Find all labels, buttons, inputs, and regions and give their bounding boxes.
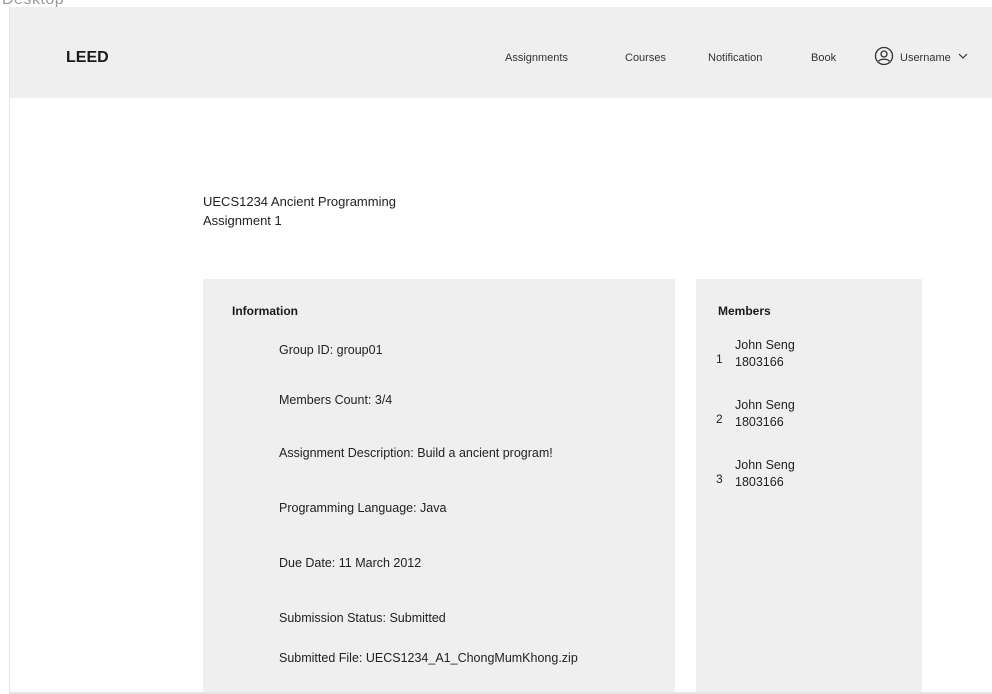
user-menu[interactable]: Username (874, 46, 969, 70)
member-index: 1 (716, 352, 723, 366)
due-date: Due Date: 11 March 2012 (279, 556, 422, 570)
breadcrumb: UECS1234 Ancient Programming Assignment … (203, 192, 396, 230)
nav-link-notification[interactable]: Notification (708, 52, 762, 64)
app-frame: LEED Assignments Courses Notification Bo… (9, 7, 992, 694)
member-item: 2 John Seng 1803166 (716, 397, 906, 437)
members-panel: Members 1 John Seng 1803166 2 John Seng … (696, 279, 922, 694)
member-name: John Seng (735, 458, 795, 472)
user-circle-icon (874, 46, 894, 71)
information-panel: Information Group ID: group01 Members Co… (203, 279, 675, 694)
programming-language: Programming Language: Java (279, 501, 447, 515)
assignment-title: Assignment 1 (203, 213, 282, 228)
members-title: Members (718, 304, 771, 318)
submission-status: Submission Status: Submitted (279, 611, 446, 625)
information-title: Information (232, 304, 298, 318)
nav-link-courses[interactable]: Courses (625, 52, 666, 64)
nav-link-book[interactable]: Book (811, 52, 836, 64)
member-index: 2 (716, 412, 723, 426)
member-id: 1803166 (735, 415, 784, 429)
brand-logo[interactable]: LEED (66, 49, 109, 67)
user-menu-label: Username (900, 52, 951, 64)
assignment-description: Assignment Description: Build a ancient … (279, 446, 553, 460)
submitted-file[interactable]: Submitted File: UECS1234_A1_ChongMumKhon… (279, 651, 578, 665)
chevron-down-icon (957, 49, 969, 67)
member-index: 3 (716, 472, 723, 486)
group-id: Group ID: group01 (279, 343, 383, 357)
member-name: John Seng (735, 338, 795, 352)
member-item: 1 John Seng 1803166 (716, 337, 906, 377)
top-navbar: LEED Assignments Courses Notification Bo… (10, 7, 992, 98)
members-count: Members Count: 3/4 (279, 393, 393, 407)
member-id: 1803166 (735, 355, 784, 369)
course-title: UECS1234 Ancient Programming (203, 194, 396, 209)
member-id: 1803166 (735, 475, 784, 489)
nav-link-assignments[interactable]: Assignments (505, 52, 568, 64)
member-name: John Seng (735, 398, 795, 412)
member-item: 3 John Seng 1803166 (716, 457, 906, 497)
